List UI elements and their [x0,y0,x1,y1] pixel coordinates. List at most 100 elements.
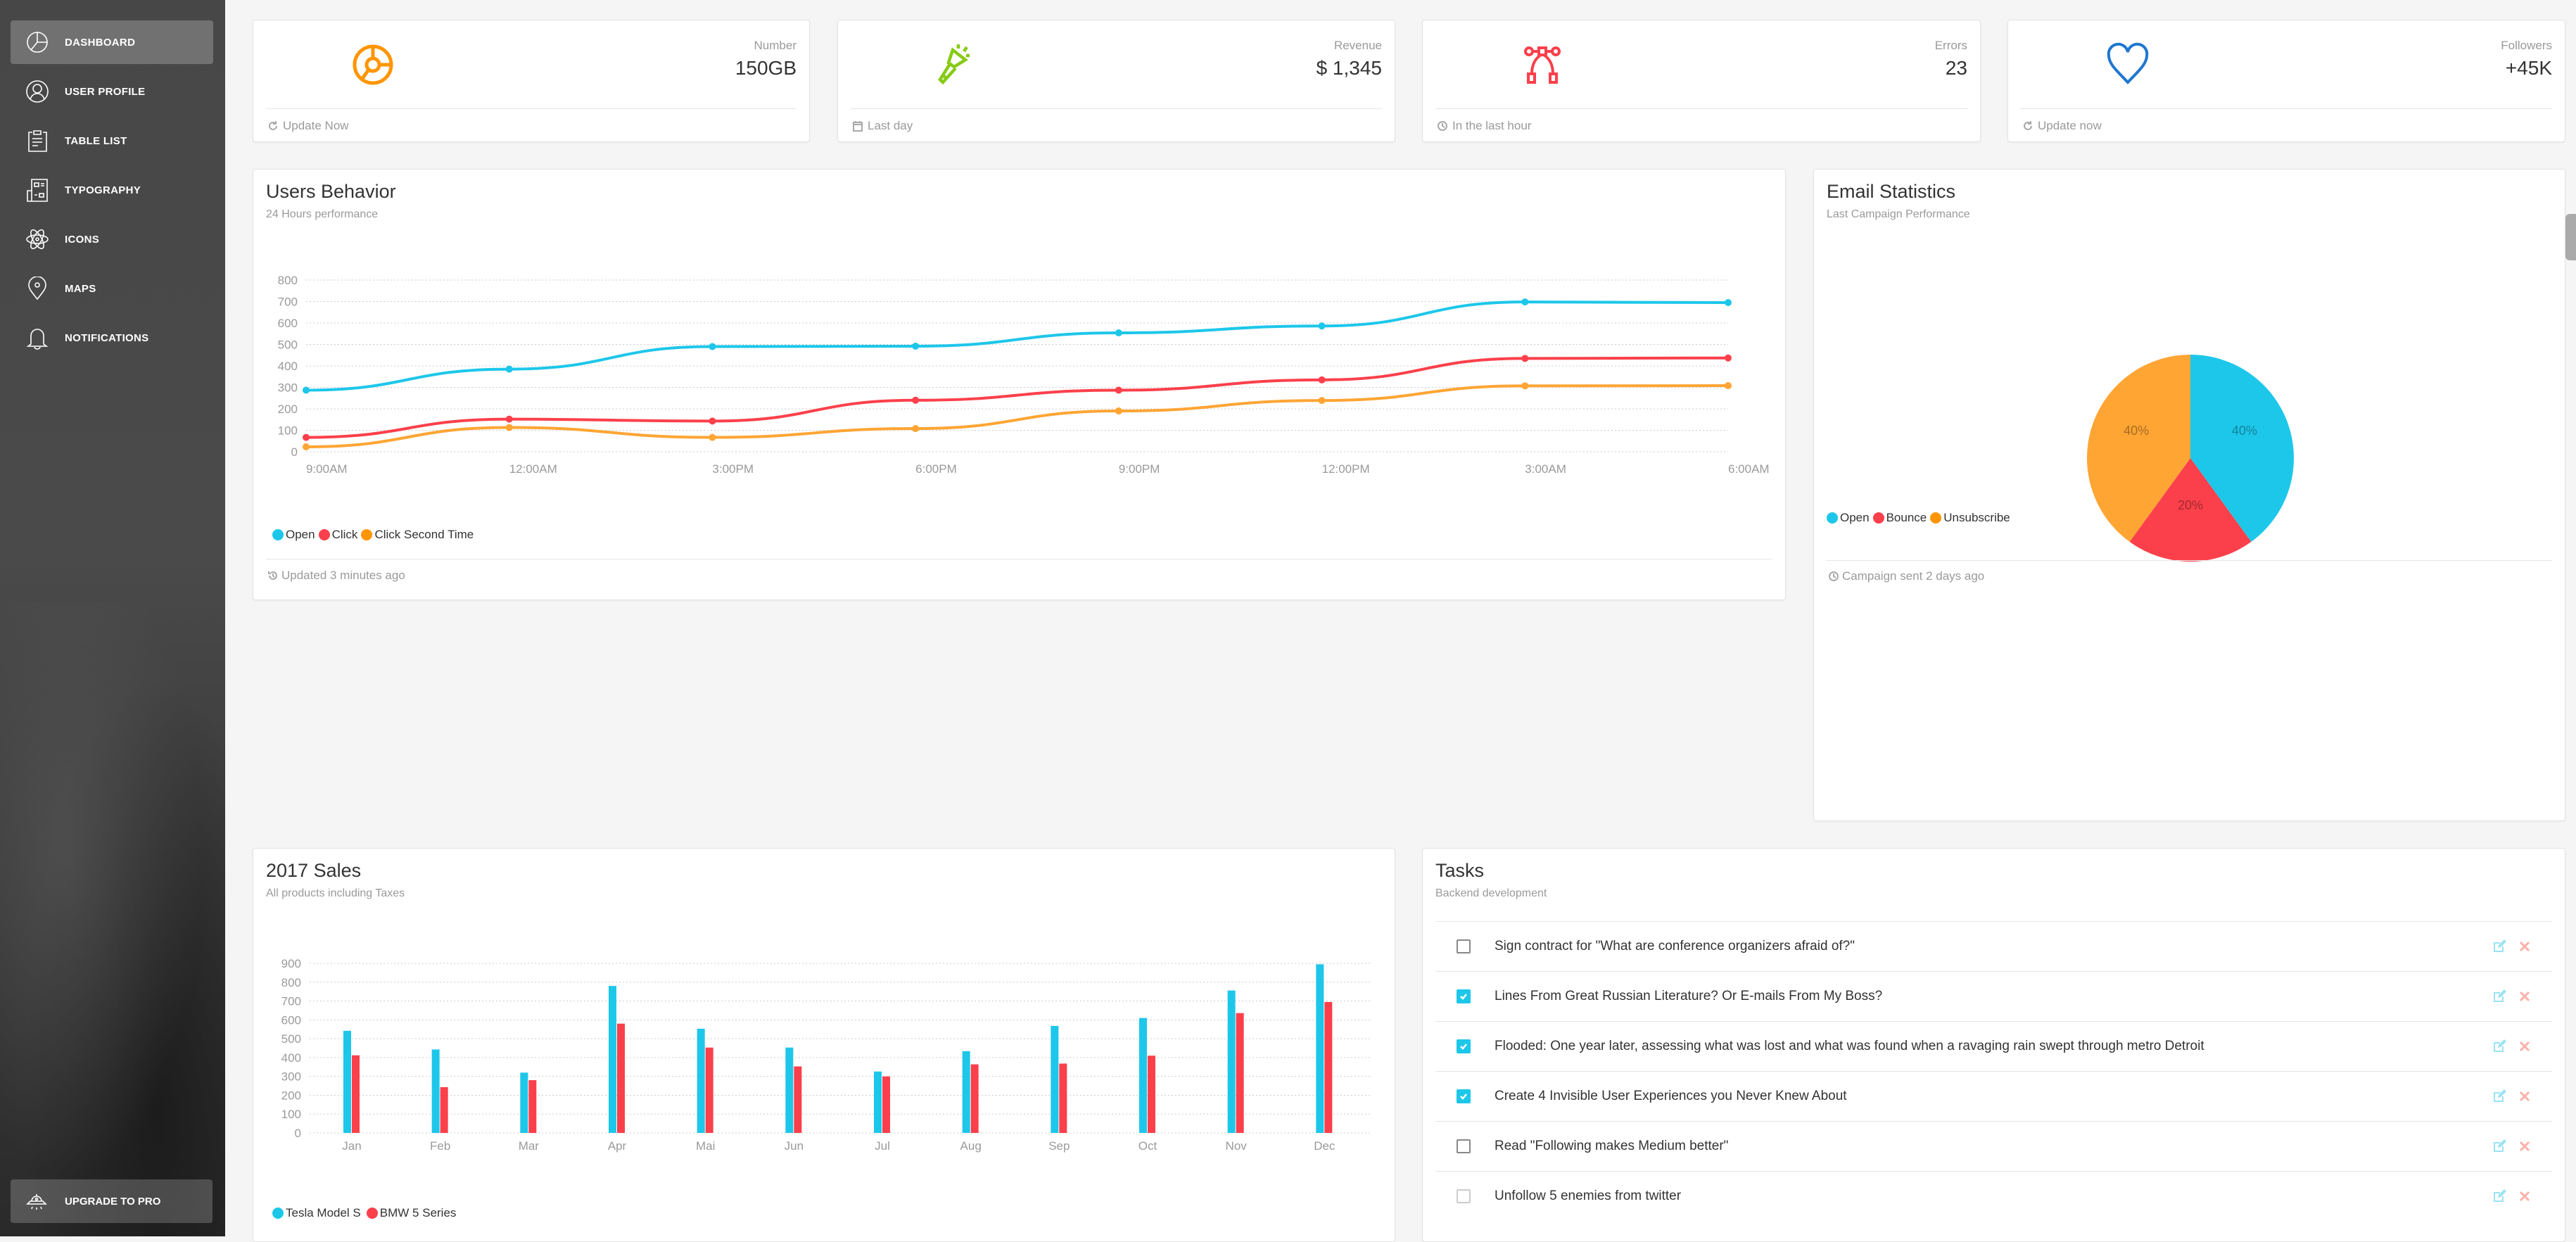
data-point [505,424,513,431]
refresh-icon [2024,121,2032,130]
edit-icon[interactable] [2492,1039,2507,1054]
sidebar-item-typography[interactable]: TYPOGRAPHY [11,168,213,212]
bar-bmw-5-series [1324,1001,1333,1133]
x-tick-label: 6:00AM [1728,462,1770,476]
bar-bmw-5-series [440,1086,448,1133]
y-tick-label: 0 [295,1127,301,1140]
stat-value: 150GB [735,57,797,79]
legend-item-click-second-time: Click Second Time [361,528,474,542]
stat-footer[interactable]: Update Now [267,119,349,133]
data-point [1115,329,1122,337]
remove-icon[interactable] [2517,1189,2532,1204]
edit-icon[interactable] [2492,989,2507,1004]
x-tick-label: Oct [1138,1139,1157,1153]
edit-icon[interactable] [2492,1139,2507,1154]
sidebar-nav: DASHBOARD USER PROFILE TABLE LIST TYPOGR… [0,0,225,360]
card-footer: Updated 3 minutes ago [267,569,405,583]
bar-bmw-5-series [882,1076,890,1133]
bar-bmw-5-series [528,1080,537,1133]
vector-icon [1524,46,1561,84]
email-statistics-pie-chart: 40% 20% 40% [2087,355,2294,562]
task-checkbox[interactable] [1457,1189,1471,1203]
task-checkbox[interactable] [1457,939,1471,953]
edit-icon[interactable] [2492,1189,2507,1204]
y-tick-label: 400 [278,360,298,373]
email-statistics-card: Email Statistics Last Campaign Performan… [1813,169,2565,821]
task-checkbox[interactable] [1457,1039,1471,1053]
legend-item-tesla: Tesla Model S [272,1206,361,1220]
edit-icon[interactable] [2492,939,2507,954]
legend-item-click: Click [318,528,358,542]
x-tick-label: 6:00PM [915,462,957,476]
data-point [1725,299,1732,307]
bar-tesla-model-s [1227,990,1236,1133]
data-point [709,417,716,425]
stat-footer[interactable]: Update now [2022,119,2102,133]
task-text: Create 4 Invisible User Experiences you … [1495,1089,1847,1103]
task-row: Flooded: One year later, assessing what … [1435,1021,2552,1071]
bar-tesla-model-s [697,1028,705,1133]
stat-footer-text: Update now [2038,119,2102,132]
legend-label: Open [1840,511,1870,524]
x-tick-label: 3:00PM [712,462,754,476]
page-scrollbar[interactable] [2565,214,2576,260]
sidebar-item-notifications[interactable]: NOTIFICATIONS [11,316,213,360]
bar-tesla-model-s [785,1047,794,1133]
series-line-open [305,300,1729,392]
sales-bar-chart: 0 100 200 300 400 500 600 700 800 900 Jan Feb Mar Apr… [281,957,1371,1153]
sidebar-item-icons[interactable]: ICONS [11,217,213,261]
check-icon [1460,1094,1467,1100]
sidebar-item-dashboard[interactable]: DASHBOARD [11,20,213,64]
upgrade-to-pro-button[interactable]: UPGRADE TO PRO [11,1179,212,1223]
pie-slice-label: 40% [2124,424,2149,438]
y-tick-label: 300 [281,1070,301,1084]
chart-legend: Tesla Model S BMW 5 Series [272,1206,459,1220]
legend-label: Tesla Model S [286,1206,361,1219]
sidebar-item-table-list[interactable]: TABLE LIST [11,119,213,163]
legend-label: Click [331,528,358,541]
task-checkbox[interactable] [1457,1139,1471,1153]
stat-footer-text: Last day [868,119,913,132]
remove-icon[interactable] [2517,1089,2532,1104]
card-title: Email Statistics [1827,181,1956,202]
bar-tesla-model-s [609,986,616,1133]
y-tick-label: 600 [278,317,298,330]
data-point [709,343,716,350]
bar-bmw-5-series [1148,1056,1155,1133]
sidebar-item-user-profile[interactable]: USER PROFILE [11,70,213,113]
stat-label: Errors [1934,39,1967,52]
clock-icon [1829,571,1839,581]
remove-icon[interactable] [2517,1139,2532,1154]
x-tick-label: 3:00AM [1525,462,1566,476]
card-subtitle: 24 Hours performance [266,208,379,220]
task-text: Flooded: One year later, assessing what … [1495,1039,2204,1053]
remove-icon[interactable] [2517,1039,2532,1054]
task-row: Lines From Great Russian Literature? Or … [1435,971,2552,1021]
users-behavior-card: Users Behavior 24 Hours performance 0 100… [253,169,1786,600]
x-tick-label: Sep [1048,1139,1070,1153]
stat-card-errors: Errors 23 In the last hour [1422,20,1981,142]
user-icon [25,79,50,104]
legend-dot [318,529,330,540]
data-point [1521,355,1529,362]
sidebar-item-maps[interactable]: MAPS [11,267,213,310]
legend-item-open: Open [1827,511,1870,525]
bar-bmw-5-series [970,1064,979,1133]
card-subtitle: All products including Taxes [266,887,405,899]
atom-icon [25,227,50,252]
legend-dot [272,1208,284,1219]
history-icon [268,571,277,580]
remove-icon[interactable] [2517,939,2532,954]
stat-label: Number [754,39,797,52]
remove-icon[interactable] [2517,989,2532,1004]
task-checkbox[interactable] [1457,989,1471,1003]
clipboard-icon [25,128,50,153]
stat-footer-text: In the last hour [1452,119,1532,132]
bar-tesla-model-s [962,1051,970,1133]
edit-icon[interactable] [2492,1089,2507,1104]
card-subtitle: Backend development [1435,887,1547,899]
y-tick-label: 900 [281,957,301,970]
check-icon [1460,1044,1467,1050]
task-checkbox[interactable] [1457,1089,1471,1103]
legend-item-unsubscribe: Unsubscribe [1930,511,2010,525]
